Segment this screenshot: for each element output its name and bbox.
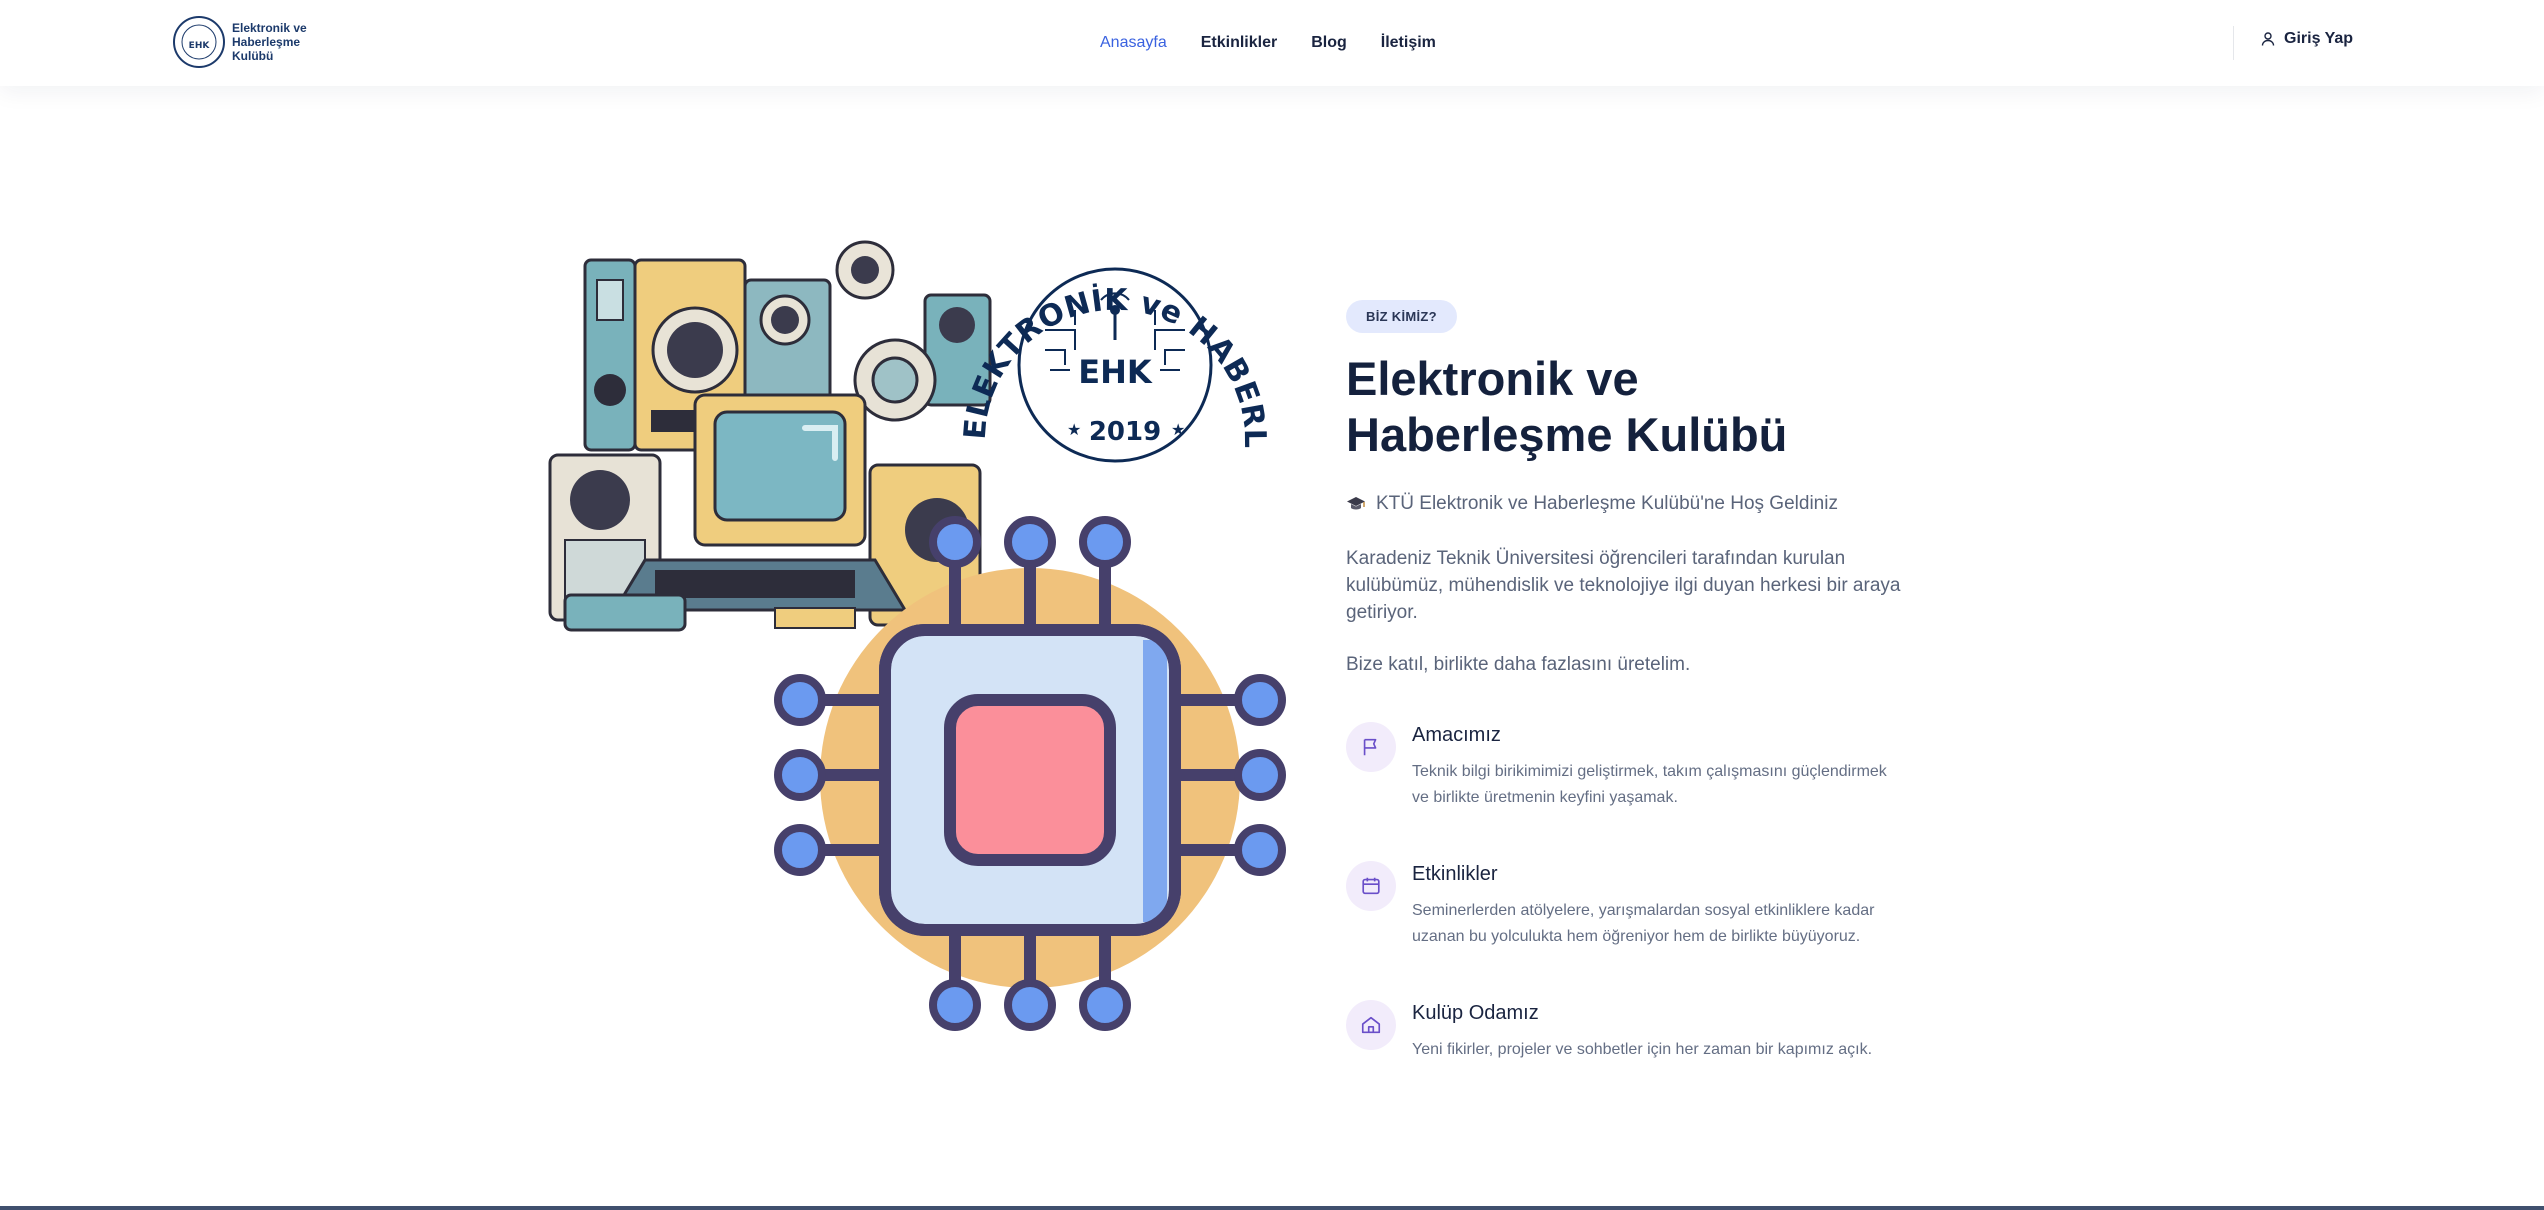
section-badge: BİZ KİMİZ?: [1346, 300, 1457, 333]
about-section: BİZ KİMİZ? Elektronik ve Haberleşme Kulü…: [1346, 300, 1946, 1113]
nav-iletisim[interactable]: İletişim: [1381, 34, 1436, 52]
home-icon: [1361, 1016, 1381, 1034]
svg-text:★: ★: [1171, 422, 1185, 439]
hero-illustration: ELEKTRONİK ve HABERLEŞME KULÜBÜ EHK 2019…: [545, 200, 1286, 1031]
intro-paragraph: Karadeniz Teknik Üniversitesi öğrenciler…: [1346, 548, 1901, 623]
footer-edge: [0, 1206, 2544, 1210]
cta-text: Bize katıl, birlikte daha fazlasını üret…: [1346, 654, 1691, 675]
header-divider: [2233, 26, 2234, 60]
page-title: Elektronik ve Haberleşme Kulübü: [1346, 351, 1946, 463]
feature-item: Etkinlikler Seminerlerden atölyelere, ya…: [1346, 861, 1946, 950]
calendar-icon: [1362, 877, 1380, 895]
user-icon: [2261, 32, 2275, 46]
nav-anasayfa[interactable]: Anasayfa: [1100, 34, 1167, 52]
logo-text: Elektronik ve Haberleşme Kulübü: [232, 21, 307, 63]
feature-item: Amacımız Teknik bilgi birikimimizi geliş…: [1346, 722, 1946, 811]
title-line-2: Haberleşme Kulübü: [1346, 408, 1788, 461]
seal-year: 2019: [1089, 417, 1161, 447]
feature-icon-circle: [1346, 861, 1396, 911]
site-header: EHK Elektronik ve Haberleşme Kulübü Anas…: [0, 0, 2544, 86]
feature-icon-circle: [1346, 1000, 1396, 1050]
logo-seal-icon: EHK: [173, 16, 225, 68]
feature-desc: Yeni fikirler, projeler ve sohbetler içi…: [1412, 1041, 1873, 1058]
login-button[interactable]: Giriş Yap: [2260, 30, 2353, 48]
feature-item: Kulüp Odamız Yeni fikirler, projeler ve …: [1346, 1000, 1946, 1063]
retro-electronics-image: [548, 240, 992, 632]
seal-abbr: EHK: [1078, 353, 1153, 391]
site-logo[interactable]: EHK Elektronik ve Haberleşme Kulübü: [172, 12, 342, 72]
feature-desc: Teknik bilgi birikimimizi geliştirmek, t…: [1412, 763, 1887, 806]
flag-icon: [1363, 738, 1377, 756]
feature-title: Etkinlikler: [1412, 863, 1498, 885]
login-label: Giriş Yap: [2284, 30, 2354, 47]
feature-list: Amacımız Teknik bilgi birikimimizi geliş…: [1346, 722, 1946, 1063]
graduation-cap-icon: [1347, 497, 1365, 510]
welcome-text: KTÜ Elektronik ve Haberleşme Kulübü'ne H…: [1376, 493, 1838, 514]
feature-desc: Seminerlerden atölyelere, yarışmalardan …: [1412, 902, 1875, 945]
svg-text:EHK: EHK: [189, 41, 211, 51]
feature-title: Amacımız: [1412, 724, 1501, 746]
svg-text:★: ★: [1067, 422, 1081, 439]
main-nav: Anasayfa Etkinlikler Blog İletişim: [1100, 0, 1436, 86]
feature-title: Kulüp Odamız: [1412, 1002, 1539, 1024]
feature-icon-circle: [1346, 722, 1396, 772]
welcome-line: KTÜ Elektronik ve Haberleşme Kulübü'ne H…: [1346, 493, 1946, 515]
title-line-1: Elektronik ve: [1346, 352, 1639, 405]
nav-etkinlikler[interactable]: Etkinlikler: [1201, 34, 1277, 52]
nav-blog[interactable]: Blog: [1311, 34, 1347, 52]
